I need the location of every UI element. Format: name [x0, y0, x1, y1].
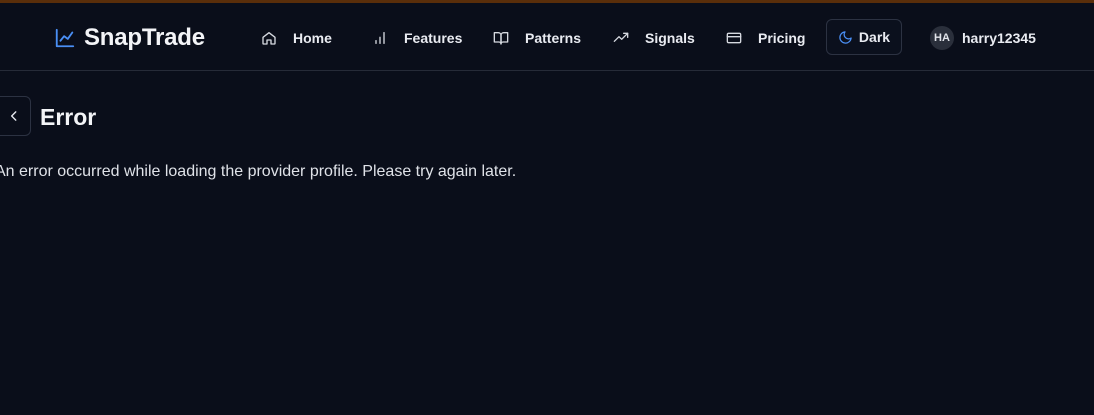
nav-home[interactable]: Home: [261, 25, 332, 51]
trend-chart-icon: [55, 28, 75, 48]
nav-home-label: Home: [293, 30, 332, 46]
page-title: Error: [40, 104, 97, 130]
user-menu[interactable]: HA harry12345: [930, 25, 1036, 51]
nav-patterns[interactable]: Patterns: [493, 25, 581, 51]
username: harry12345: [962, 30, 1036, 46]
book-open-icon: [493, 31, 509, 45]
nav-features-label: Features: [404, 30, 463, 46]
credit-card-icon: [726, 32, 742, 44]
bar-chart-icon: [375, 31, 385, 44]
nav-signals-label: Signals: [645, 30, 695, 46]
nav-features[interactable]: Features: [372, 25, 462, 51]
home-icon: [262, 31, 276, 45]
theme-toggle-button[interactable]: Dark: [826, 19, 902, 55]
theme-toggle-label: Dark: [858, 29, 891, 45]
moon-icon: [839, 30, 852, 44]
trending-up-icon: [613, 32, 629, 42]
brand-logo-link[interactable]: SnapTrade: [54, 23, 205, 53]
error-message: An error occurred while loading the prov…: [0, 163, 517, 180]
brand-name: SnapTrade: [84, 24, 205, 51]
nav-pricing[interactable]: Pricing: [726, 25, 805, 51]
navbar: SnapTrade Home Features Patterns Signals…: [0, 3, 1094, 71]
chevron-left-icon: [10, 111, 17, 121]
nav-signals[interactable]: Signals: [613, 25, 695, 51]
avatar: HA: [930, 26, 954, 50]
back-button[interactable]: [0, 96, 31, 136]
nav-patterns-label: Patterns: [525, 30, 582, 46]
nav-pricing-label: Pricing: [758, 30, 806, 46]
